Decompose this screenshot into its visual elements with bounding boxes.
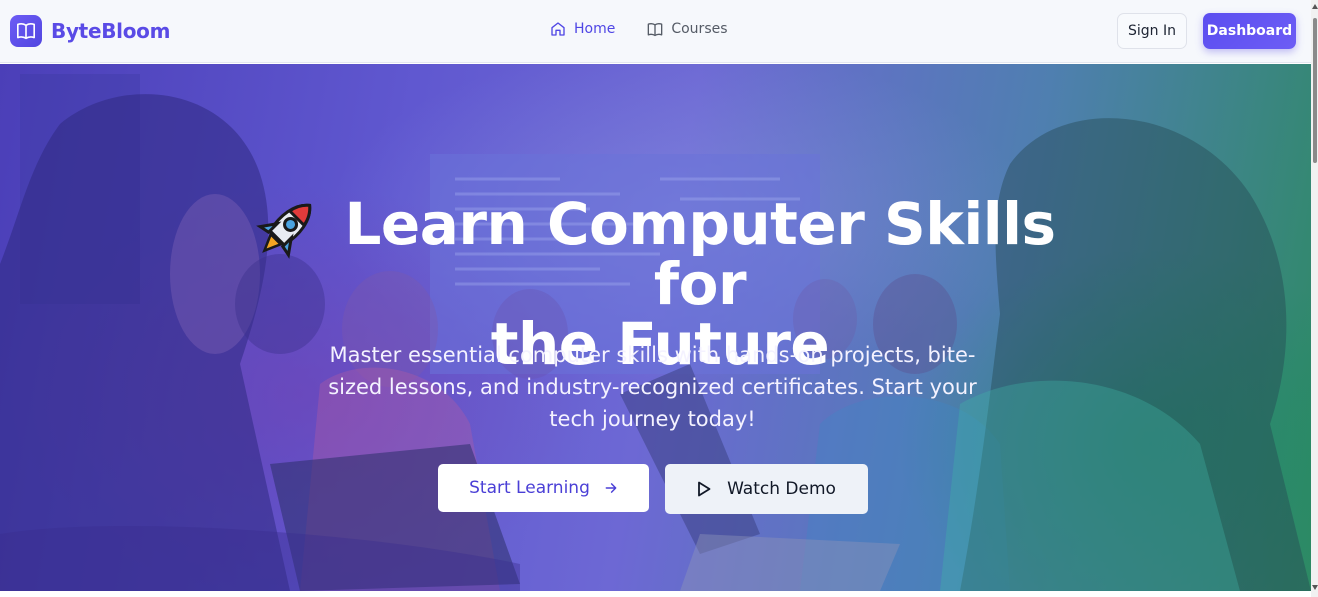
open-book-icon [10,15,42,47]
home-icon [551,22,565,36]
nav-home[interactable]: Home [550,21,615,37]
hero-section: Learn Computer Skills for the Future Mas… [0,64,1311,591]
brand-logo[interactable]: ByteBloom [10,15,170,47]
book-icon [648,22,663,36]
top-navigation-bar: ByteBloom Home Courses Sign In Dashboard [0,0,1311,63]
scrollbar-thumb[interactable] [1313,18,1317,163]
start-learning-label: Start Learning [469,478,590,498]
main-nav: Home Courses [550,21,728,37]
play-icon [698,481,711,497]
start-learning-button[interactable]: Start Learning [438,464,649,512]
watch-demo-label: Watch Demo [727,479,836,499]
hero-subtitle: Master essential computer skills with ha… [328,343,977,431]
nav-courses[interactable]: Courses [647,21,728,37]
brand-name: ByteBloom [51,19,171,43]
nav-home-label: Home [574,21,616,37]
arrow-right-icon [605,483,617,493]
sign-in-button[interactable]: Sign In [1117,13,1187,49]
hero-heading-line-1: Learn Computer Skills for [344,190,1056,318]
dashboard-button[interactable]: Dashboard [1203,13,1296,49]
nav-courses-label: Courses [671,21,728,37]
scroll-up-arrow-icon[interactable] [1312,4,1318,9]
scroll-down-arrow-icon[interactable] [1312,585,1318,590]
watch-demo-button[interactable]: Watch Demo [665,464,868,514]
